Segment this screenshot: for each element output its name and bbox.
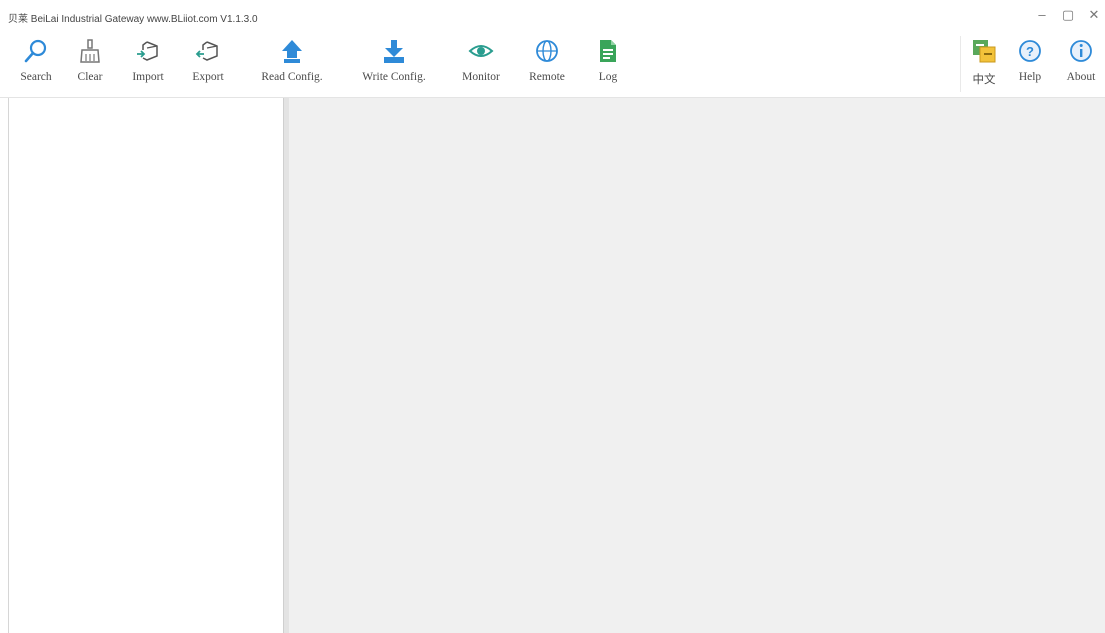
window-title: 贝莱 BeiLai Industrial Gateway www.BLiiot.… (8, 14, 258, 25)
svg-text:?: ? (1026, 44, 1034, 59)
export-button[interactable]: Export (180, 34, 236, 96)
write-config-label: Write Config. (362, 71, 426, 83)
monitor-button[interactable]: Monitor (450, 34, 512, 96)
remote-label: Remote (529, 71, 565, 83)
globe-icon (533, 36, 561, 66)
download-arrow-icon (380, 36, 408, 66)
device-tree-panel[interactable] (8, 98, 284, 633)
clear-button[interactable]: Clear (70, 34, 110, 96)
upload-arrow-icon (278, 36, 306, 66)
search-label: Search (20, 71, 52, 83)
import-label: Import (132, 71, 164, 83)
search-icon (22, 36, 50, 66)
title-bar: 贝莱 BeiLai Industrial Gateway www.BLiiot.… (0, 0, 1105, 34)
close-button[interactable]: ✕ (1087, 8, 1101, 22)
help-button[interactable]: ? Help (1012, 34, 1048, 96)
log-button[interactable]: Log (588, 34, 628, 96)
log-label: Log (598, 71, 618, 83)
clear-label: Clear (77, 71, 103, 83)
minimize-button[interactable]: – (1035, 8, 1049, 22)
about-label: About (1066, 71, 1096, 83)
monitor-label: Monitor (462, 71, 500, 83)
write-config-button[interactable]: Write Config. (344, 34, 444, 96)
language-button[interactable]: 中文 (966, 34, 1002, 96)
toolbar-separator (960, 36, 961, 92)
maximize-button[interactable]: ▢ (1061, 8, 1075, 22)
export-label: Export (192, 71, 224, 83)
language-label: 中文 (972, 74, 996, 86)
export-icon (194, 36, 222, 66)
window-controls: – ▢ ✕ (1035, 8, 1101, 22)
import-icon (134, 36, 162, 66)
eye-icon (467, 36, 495, 66)
document-icon (594, 36, 622, 66)
about-button[interactable]: About (1060, 34, 1102, 96)
language-icon (970, 36, 998, 66)
search-button[interactable]: Search (8, 34, 64, 96)
remote-button[interactable]: Remote (516, 34, 578, 96)
read-config-label: Read Config. (261, 71, 323, 83)
help-label: Help (1018, 71, 1042, 83)
toolbar: Search Clear Import Export Read Config. … (0, 34, 1105, 98)
help-icon: ? (1016, 36, 1044, 66)
info-icon (1067, 36, 1095, 66)
clear-icon (76, 36, 104, 66)
import-button[interactable]: Import (120, 34, 176, 96)
read-config-button[interactable]: Read Config. (244, 34, 340, 96)
workspace-panel (289, 98, 1105, 633)
